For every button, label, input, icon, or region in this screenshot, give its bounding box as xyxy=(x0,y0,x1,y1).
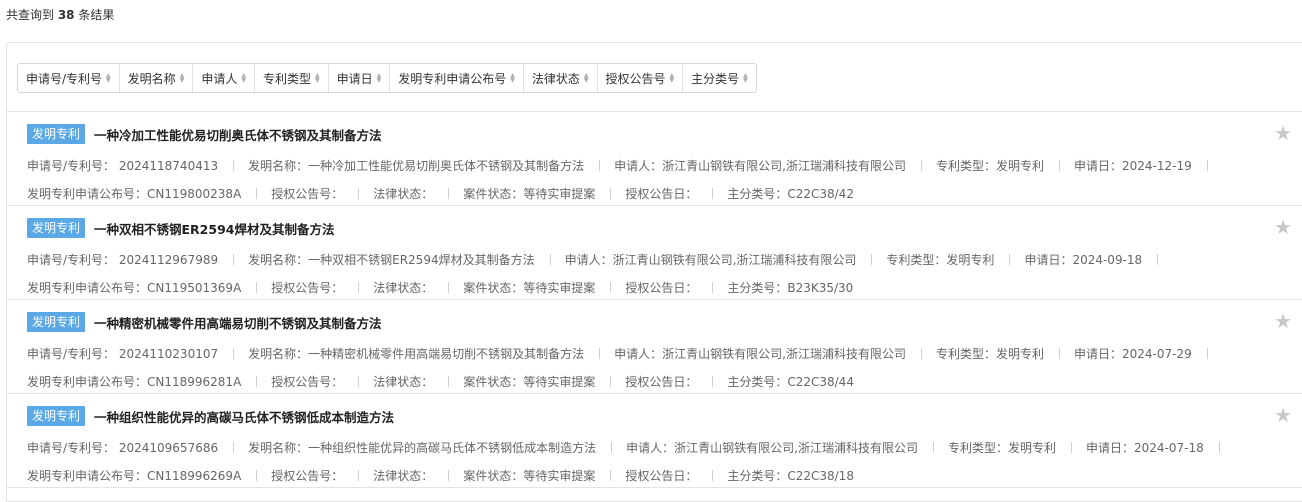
field-application-number: 申请号/专利号： 2024110230107 xyxy=(27,347,219,361)
field-applicant: 申请人：浙江青山钢铁有限公司,浙江瑞浦科技有限公司 xyxy=(626,441,918,455)
sort-publication-number[interactable]: 发明专利申请公布号 ▲ ▼ xyxy=(390,64,524,92)
field-case-status: 案件状态：等待实审提案 xyxy=(463,375,596,389)
patent-item: 发明专利 一种精密机械零件用高端易切削不锈钢及其制备方法 ★ 申请号/专利号： … xyxy=(7,300,1302,394)
field-publication-number: 发明专利申请公布号：CN119800238A xyxy=(27,187,242,201)
sort-grant-number[interactable]: 授权公告号 ▲ ▼ xyxy=(598,64,684,92)
sort-arrows-icon: ▲ ▼ xyxy=(669,72,675,84)
sort-arrows-icon: ▲ ▼ xyxy=(743,72,748,84)
field-publication-number: 发明专利申请公布号：CN119501369A xyxy=(27,281,242,295)
patent-title-link[interactable]: 一种精密机械零件用高端易切削不锈钢及其制备方法 xyxy=(94,313,382,332)
field-application-number: 申请号/专利号： 2024112967989 xyxy=(27,253,219,267)
star-icon[interactable]: ★ xyxy=(1274,123,1292,143)
patent-item: 发明专利 一种冷加工性能优易切削奥氏体不锈钢及其制备方法 ★ 申请号/专利号： … xyxy=(7,112,1302,206)
sort-application-number[interactable]: 申请号/专利号 ▲ ▼ xyxy=(18,64,120,92)
patent-type-tag: 发明专利 xyxy=(27,124,86,144)
patent-title-link[interactable]: 一种冷加工性能优易切削奥氏体不锈钢及其制备方法 xyxy=(94,125,382,144)
field-invention-name: 发明名称：一种冷加工性能优易切削奥氏体不锈钢及其制备方法 xyxy=(248,159,585,173)
sort-invention-name[interactable]: 发明名称 ▲ ▼ xyxy=(120,64,194,92)
sort-arrows-icon: ▲ ▼ xyxy=(106,72,111,84)
patent-meta: 申请号/专利号： 2024110230107 发明名称：一种精密机械零件用高端易切… xyxy=(27,340,1284,396)
field-legal-status: 法律状态： xyxy=(373,281,434,295)
field-application-date: 申请日：2024-12-19 xyxy=(1073,159,1192,173)
patent-title-link[interactable]: 一种双相不锈钢ER2594焊材及其制备方法 xyxy=(94,219,334,238)
field-grant-number: 授权公告号： xyxy=(271,187,344,201)
star-icon[interactable]: ★ xyxy=(1274,405,1292,425)
sort-main-classification[interactable]: 主分类号 ▲ ▼ xyxy=(683,64,756,92)
field-main-classification: 主分类号：C22C38/42 xyxy=(727,187,854,201)
sort-arrows-icon: ▲ ▼ xyxy=(179,72,185,84)
patent-item: 发明专利 一种双相不锈钢ER2594焊材及其制备方法 ★ 申请号/专利号： 20… xyxy=(7,206,1302,300)
patent-item: 发明专利 一种组织性能优异的高碳马氏体不锈钢低成本制造方法 ★ 申请号/专利号：… xyxy=(7,394,1302,488)
field-main-classification: 主分类号：C22C38/44 xyxy=(727,375,854,389)
sort-legal-status[interactable]: 法律状态 ▲ ▼ xyxy=(524,64,598,92)
field-grant-date: 授权公告日： xyxy=(625,281,698,295)
sort-arrows-icon: ▲ ▼ xyxy=(376,72,382,84)
field-application-number: 申请号/专利号： 2024118740413 xyxy=(27,159,219,173)
patent-title-link[interactable]: 一种组织性能优异的高碳马氏体不锈钢低成本制造方法 xyxy=(94,407,394,426)
patent-type-tag: 发明专利 xyxy=(27,218,86,238)
patent-meta: 申请号/专利号： 2024109657686 发明名称：一种组织性能优异的高碳马氏… xyxy=(27,434,1284,490)
sort-arrows-icon: ▲ ▼ xyxy=(241,72,246,84)
sort-arrows-icon: ▲ ▼ xyxy=(583,72,589,84)
sort-application-date[interactable]: 申请日 ▲ ▼ xyxy=(329,64,391,92)
field-grant-date: 授权公告日： xyxy=(625,469,698,483)
patent-type-tag: 发明专利 xyxy=(27,312,86,332)
sort-arrows-icon: ▲ ▼ xyxy=(510,72,515,84)
patent-meta: 申请号/专利号： 2024118740413 发明名称：一种冷加工性能优易切削奥氏… xyxy=(27,152,1284,208)
field-case-status: 案件状态：等待实审提案 xyxy=(463,281,596,295)
results-panel: 申请号/专利号 ▲ ▼ 发明名称 ▲ ▼ 申请人 ▲ ▼ 专利类型 ▲ ▼ 申请日 ▲ ▼ 发明专利… xyxy=(6,42,1302,502)
patent-meta: 申请号/专利号： 2024112967989 发明名称：一种双相不锈钢ER2594… xyxy=(27,246,1284,302)
sort-bar: 申请号/专利号 ▲ ▼ 发明名称 ▲ ▼ 申请人 ▲ ▼ 专利类型 ▲ ▼ 申请日 ▲ ▼ 发明专利… xyxy=(17,63,757,93)
field-patent-type: 专利类型：发明专利 xyxy=(886,253,995,267)
field-application-number: 申请号/专利号： 2024109657686 xyxy=(27,441,219,455)
field-legal-status: 法律状态： xyxy=(373,375,434,389)
field-main-classification: 主分类号：B23K35/30 xyxy=(727,281,854,295)
patent-list: 发明专利 一种冷加工性能优易切削奥氏体不锈钢及其制备方法 ★ 申请号/专利号： … xyxy=(7,111,1302,488)
field-legal-status: 法律状态： xyxy=(373,187,434,201)
field-grant-number: 授权公告号： xyxy=(271,375,344,389)
field-publication-number: 发明专利申请公布号：CN118996269A xyxy=(27,469,242,483)
field-grant-date: 授权公告日： xyxy=(625,187,698,201)
field-publication-number: 发明专利申请公布号：CN118996281A xyxy=(27,375,242,389)
sort-arrows-icon: ▲ ▼ xyxy=(314,72,320,84)
sort-patent-type[interactable]: 专利类型 ▲ ▼ xyxy=(255,64,329,92)
field-patent-type: 专利类型：发明专利 xyxy=(947,441,1056,455)
field-application-date: 申请日：2024-07-18 xyxy=(1085,441,1204,455)
field-grant-number: 授权公告号： xyxy=(271,281,344,295)
sort-applicant[interactable]: 申请人 ▲ ▼ xyxy=(193,64,255,92)
field-invention-name: 发明名称：一种双相不锈钢ER2594焊材及其制备方法 xyxy=(248,253,535,267)
result-count: 38 xyxy=(57,8,75,22)
field-application-date: 申请日：2024-09-18 xyxy=(1024,253,1143,267)
field-applicant: 申请人：浙江青山钢铁有限公司,浙江瑞浦科技有限公司 xyxy=(614,159,906,173)
field-applicant: 申请人：浙江青山钢铁有限公司,浙江瑞浦科技有限公司 xyxy=(564,253,857,267)
field-case-status: 案件状态：等待实审提案 xyxy=(463,187,596,201)
field-patent-type: 专利类型：发明专利 xyxy=(935,347,1044,361)
field-invention-name: 发明名称：一种精密机械零件用高端易切削不锈钢及其制备方法 xyxy=(248,347,585,361)
patent-type-tag: 发明专利 xyxy=(27,406,86,426)
star-icon[interactable]: ★ xyxy=(1274,217,1292,237)
field-patent-type: 专利类型：发明专利 xyxy=(935,159,1044,173)
field-grant-date: 授权公告日： xyxy=(625,375,698,389)
field-invention-name: 发明名称：一种组织性能优异的高碳马氏体不锈钢低成本制造方法 xyxy=(248,441,597,455)
field-legal-status: 法律状态： xyxy=(373,469,434,483)
field-main-classification: 主分类号：C22C38/18 xyxy=(727,469,854,483)
field-grant-number: 授权公告号： xyxy=(271,469,344,483)
field-case-status: 案件状态：等待实审提案 xyxy=(463,469,596,483)
field-application-date: 申请日：2024-07-29 xyxy=(1073,347,1192,361)
star-icon[interactable]: ★ xyxy=(1274,311,1292,331)
result-summary: 共查询到 38 条结果 xyxy=(6,8,115,22)
field-applicant: 申请人：浙江青山钢铁有限公司,浙江瑞浦科技有限公司 xyxy=(614,347,906,361)
